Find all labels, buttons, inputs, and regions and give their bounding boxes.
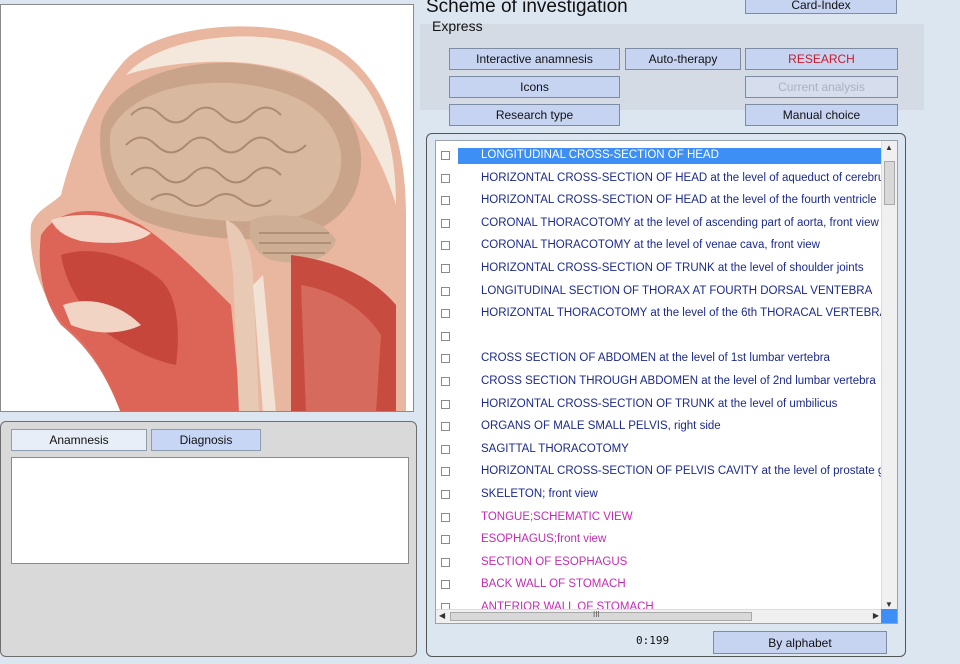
current-analysis-button: Current analysis [745,76,898,98]
vertical-scroll-thumb[interactable] [884,161,895,205]
list-item-label: CROSS SECTION OF ABDOMEN at the level of… [481,352,830,365]
list-item-checkbox[interactable] [441,331,450,341]
list-item[interactable]: HORIZONTAL CROSS-SECTION OF PELVIS CAVIT… [436,461,897,482]
horizontal-scroll-thumb[interactable]: III [450,610,752,621]
list-item[interactable]: SECTION OF ESOPHAGUS [436,552,882,573]
list-item[interactable]: TONGUE;SCHEMATIC VIEW [436,507,882,528]
list-item-checkbox[interactable] [441,377,450,386]
list-item-label: BACK WALL OF STOMACH [481,578,626,591]
list-item[interactable]: CROSS SECTION OF ABDOMEN at the level of… [436,348,882,369]
list-item[interactable]: HORIZONTAL THORACOTOMY at the level of t… [436,303,887,324]
list-item-checkbox[interactable] [441,399,450,409]
scroll-thumb-grip: III [593,610,600,619]
interactive-anamnesis-button[interactable]: Interactive anamnesis [449,48,620,70]
list-item-checkbox[interactable] [441,490,450,499]
list-item-label: ORGANS OF MALE SMALL PELVIS, right side [481,420,721,433]
list-item-label: ESOPHAGUS;front view [481,533,607,546]
list-item-label: CORONAL THORACOTOMY at the level of asce… [481,216,879,229]
list-item[interactable]: BACK WALL OF STOMACH [436,574,882,595]
list-item[interactable]: HORIZONTAL CROSS-SECTION OF TRUNK at the… [436,394,882,415]
notes-panel: Anamnesis Diagnosis [0,421,417,657]
list-item-checkbox[interactable] [441,467,450,477]
scroll-right-arrow-icon[interactable]: ▶ [873,611,879,620]
list-item-label: HORIZONTAL CROSS-SECTION OF HEAD at the … [481,171,894,184]
list-item-checkbox[interactable] [441,444,450,454]
research-list[interactable]: LONGITUDINAL CROSS-SECTION OF HEAD HORIZO… [435,140,898,624]
list-item-label: HORIZONTAL CROSS-SECTION OF HEAD at the … [481,194,877,207]
list-item-checkbox[interactable] [441,557,450,567]
research-type-button[interactable]: Research type [449,104,620,126]
list-item-checkbox[interactable] [441,196,450,206]
scrollbar-corner [881,609,897,623]
list-item-checkbox[interactable] [441,580,450,590]
card-index-button[interactable]: Card-Index [745,0,897,14]
list-item-checkbox[interactable] [441,264,450,273]
head-section-image [30,26,406,411]
list-item[interactable]: ORGANS OF MALE SMALL PELVIS, right side [436,416,882,437]
by-alphabet-button[interactable]: By alphabet [713,631,887,654]
list-item-label: CROSS SECTION THROUGH ABDOMEN at the lev… [481,375,876,387]
list-item-label: HORIZONTAL CROSS-SECTION OF TRUNK at the… [481,397,838,410]
tab-anamnesis[interactable]: Anamnesis [11,429,147,451]
horizontal-scrollbar[interactable]: ◀ III ▶ [436,609,882,623]
list-item[interactable]: CORONAL THORACOTOMY at the level of asce… [436,213,882,234]
list-item-label: HORIZONTAL THORACOTOMY at the level of t… [481,307,888,320]
scroll-left-arrow-icon[interactable]: ◀ [439,611,445,620]
notes-text-area[interactable] [11,457,409,564]
list-item-checkbox[interactable] [441,173,450,183]
list-item-checkbox[interactable] [441,535,450,545]
tab-diagnosis[interactable]: Diagnosis [151,429,261,451]
vertical-scrollbar[interactable]: ▲ ▼ [881,141,897,611]
scroll-up-arrow-icon[interactable]: ▲ [885,143,893,152]
manual-choice-button[interactable]: Manual choice [745,104,898,126]
list-item-label: SAGITTAL THORACOTOMY [481,442,629,455]
list-item-label: LONGITUDINAL SECTION OF THORAX AT FOURTH… [481,284,873,297]
research-list-panel: LONGITUDINAL CROSS-SECTION OF HEAD HORIZO… [426,133,906,657]
list-item-label: SKELETON; front view [481,488,598,500]
list-item-checkbox[interactable] [441,218,450,228]
list-item-checkbox[interactable] [441,422,450,432]
list-item[interactable]: CORONAL THORACOTOMY at the level of vena… [436,235,882,256]
list-item-checkbox[interactable] [441,512,450,522]
auto-therapy-button[interactable]: Auto-therapy [625,48,741,70]
list-item[interactable] [436,326,882,347]
list-item[interactable]: SKELETON; front view [436,484,882,505]
list-item[interactable]: CROSS SECTION THROUGH ABDOMEN at the lev… [436,371,882,392]
list-item-label: SECTION OF ESOPHAGUS [481,555,628,568]
list-item-label: HORIZONTAL CROSS-SECTION OF TRUNK at the… [481,262,864,274]
list-item[interactable]: LONGITUDINAL CROSS-SECTION OF HEAD [436,145,882,166]
list-item-label: CORONAL THORACOTOMY at the level of vena… [481,239,820,252]
scroll-down-arrow-icon[interactable]: ▼ [885,600,893,609]
icons-button[interactable]: Icons [449,76,620,98]
research-button[interactable]: RESEARCH [745,48,898,70]
list-item-checkbox[interactable] [441,151,450,160]
express-label: Express [432,18,483,34]
list-item-label: TONGUE;SCHEMATIC VIEW [481,510,633,523]
list-item-checkbox[interactable] [441,309,450,319]
list-item[interactable]: HORIZONTAL CROSS-SECTION OF HEAD at the … [436,190,882,211]
list-item-checkbox[interactable] [441,354,450,364]
list-item-label: HORIZONTAL CROSS-SECTION OF PELVIS CAVIT… [481,465,898,478]
anatomy-image-panel [0,4,414,412]
list-item[interactable]: ESOPHAGUS;front view [436,529,882,550]
page-title: Scheme of investigation [426,0,628,17]
list-item-checkbox[interactable] [441,286,450,296]
item-counter: 0:199 [636,634,670,647]
list-item[interactable]: HORIZONTAL CROSS-SECTION OF HEAD at the … [436,168,894,189]
list-item[interactable]: SAGITTAL THORACOTOMY [436,439,882,460]
list-item-checkbox[interactable] [441,241,450,251]
list-item[interactable]: HORIZONTAL CROSS-SECTION OF TRUNK at the… [436,258,882,279]
list-item[interactable]: LONGITUDINAL SECTION OF THORAX AT FOURTH… [436,281,882,302]
list-item-label: LONGITUDINAL CROSS-SECTION OF HEAD [478,148,722,163]
